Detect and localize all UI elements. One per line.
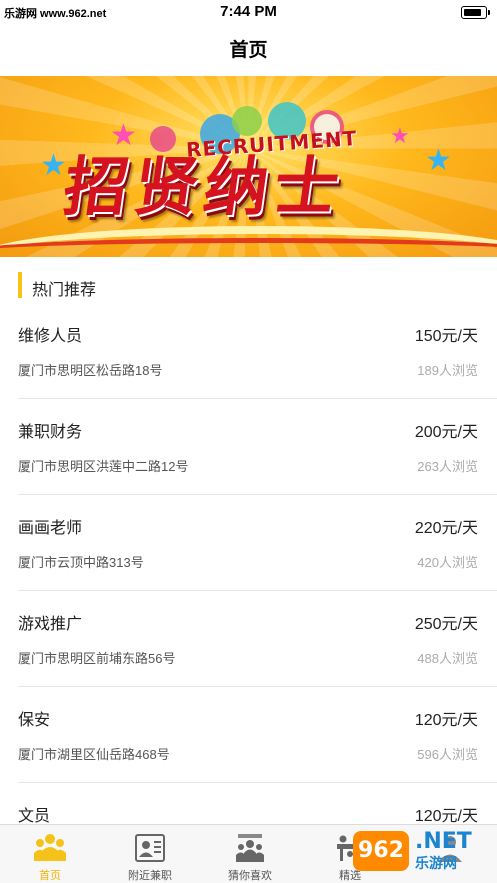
divider (18, 398, 497, 399)
job-address: 厦门市湖里区仙岳路468号 (18, 747, 170, 762)
tab-home[interactable]: 首页 (0, 825, 100, 883)
watermark-logo: 962 .NET 乐游网 (353, 827, 493, 873)
status-bar: 乐游网 www.962.net 7:44 PM (0, 0, 497, 26)
divider (18, 686, 497, 687)
job-title: 维修人员 (18, 328, 83, 345)
group-icon (236, 834, 264, 862)
page-title: 首页 (229, 40, 268, 61)
job-salary: 200元/天 (414, 424, 478, 441)
job-title: 文员 (18, 808, 51, 824)
job-views: 263人浏览 (417, 459, 478, 474)
tab-nearby[interactable]: 附近兼职 (100, 825, 200, 883)
home-people-icon (34, 834, 66, 861)
job-salary: 250元/天 (414, 616, 478, 633)
job-title: 画画老师 (18, 520, 83, 537)
job-title: 保安 (18, 712, 51, 729)
job-title: 游戏推广 (18, 616, 83, 633)
job-list-item[interactable]: 文员 120元/天 (0, 802, 497, 824)
battery-icon (461, 6, 490, 19)
job-list-item[interactable]: 画画老师 220元/天 厦门市云顶中路313号 420人浏览 (0, 514, 497, 610)
job-address: 厦门市思明区松岳路18号 (18, 363, 163, 378)
divider (18, 590, 497, 591)
tab-guess[interactable]: 猜你喜欢 (200, 825, 300, 883)
star-icon: ★ (390, 123, 410, 148)
job-views: 596人浏览 (417, 747, 478, 762)
tab-label: 猜你喜欢 (228, 870, 272, 882)
job-address: 厦门市思明区前埔东路56号 (18, 651, 176, 666)
watermark-net: .NET (415, 829, 472, 854)
job-salary: 120元/天 (414, 712, 478, 729)
job-views: 420人浏览 (417, 555, 478, 570)
job-list-item[interactable]: 维修人员 150元/天 厦门市思明区松岳路18号 189人浏览 (0, 322, 497, 418)
tab-label: 首页 (39, 870, 61, 882)
job-title: 兼职财务 (18, 424, 83, 441)
section-accent-bar (18, 272, 22, 298)
section-title: 热门推荐 (32, 282, 97, 299)
star-icon: ★ (425, 144, 452, 177)
recruitment-banner[interactable]: ★ ★ ★ ★ RECRUITMENT 招贤纳士 (0, 76, 497, 257)
banner-headline: 招贤纳士 (58, 151, 350, 225)
job-list-item[interactable]: 兼职财务 200元/天 厦门市思明区洪莲中二路12号 263人浏览 (0, 418, 497, 514)
id-card-icon (135, 834, 165, 862)
nav-bar: 首页 (0, 26, 497, 76)
job-views: 189人浏览 (417, 363, 478, 378)
job-address: 厦门市思明区洪莲中二路12号 (18, 459, 189, 474)
job-salary: 120元/天 (414, 808, 478, 824)
status-time: 7:44 PM (220, 3, 277, 20)
watermark-sub: 乐游网 (415, 855, 457, 871)
divider (18, 494, 497, 495)
job-views: 488人浏览 (417, 651, 478, 666)
tab-bar: 首页 附近兼职 猜你喜欢 精选 962 .NET 乐游网 (0, 824, 497, 883)
star-icon: ★ (40, 149, 67, 182)
divider (18, 782, 497, 783)
tab-label: 附近兼职 (128, 870, 172, 882)
job-salary: 220元/天 (414, 520, 478, 537)
watermark-digits: 962 (353, 831, 409, 871)
job-address: 厦门市云顶中路313号 (18, 555, 144, 570)
job-salary: 150元/天 (414, 328, 478, 345)
job-list-item[interactable]: 游戏推广 250元/天 厦门市思明区前埔东路56号 488人浏览 (0, 610, 497, 706)
job-list-item[interactable]: 保安 120元/天 厦门市湖里区仙岳路468号 596人浏览 (0, 706, 497, 802)
